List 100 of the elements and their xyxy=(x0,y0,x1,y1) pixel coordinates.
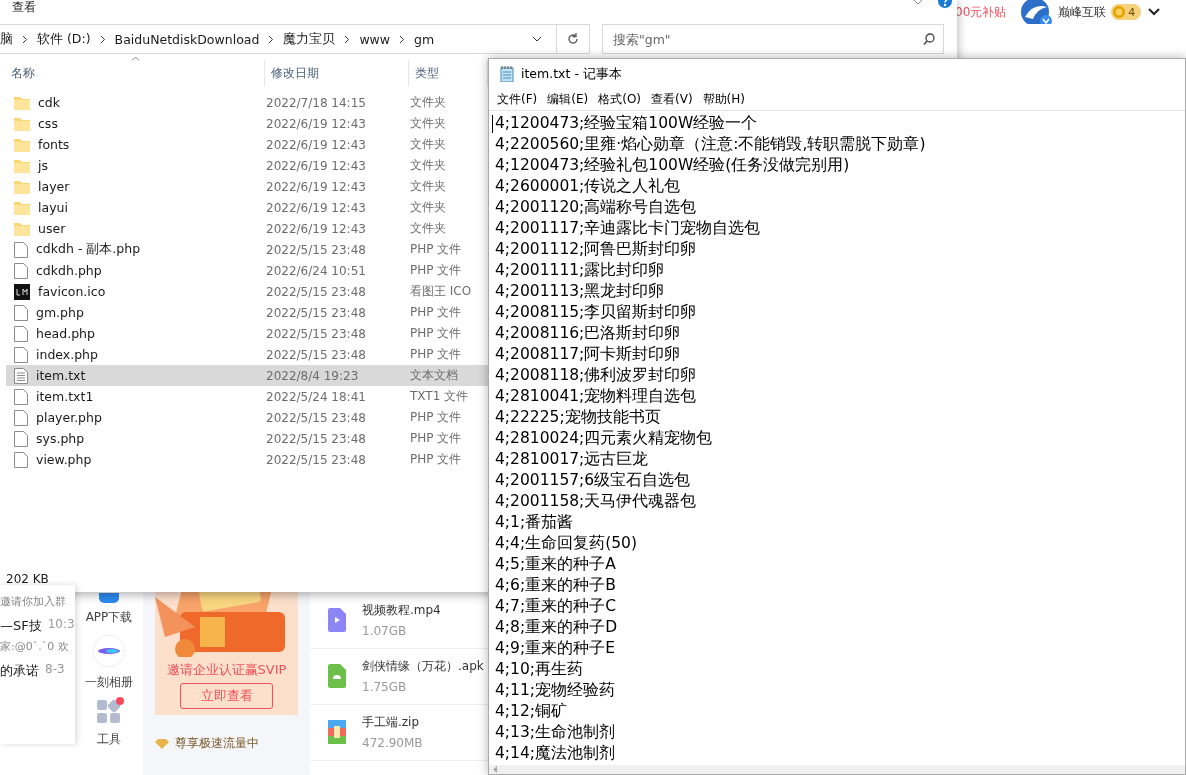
text-line: 4;6;重来的种子B xyxy=(495,575,616,596)
file-row[interactable]: view.php 2022/5/15 23:48 PHP 文件 xyxy=(6,449,488,470)
file-name: cdk xyxy=(38,95,61,110)
chat-preview: 邀请你加入群 xyxy=(0,594,67,609)
modified-date: 2022/5/15 23:48 xyxy=(266,305,367,320)
breadcrumb-item[interactable]: gm xyxy=(414,31,435,47)
file-type: PHP 文件 xyxy=(410,430,462,447)
chevron-right-icon xyxy=(268,34,275,44)
file-type: 文件夹 xyxy=(410,94,446,111)
dropdown-icon xyxy=(532,36,542,42)
file-icon xyxy=(14,388,28,405)
modified-date: 2022/8/4 19:23 xyxy=(266,368,360,383)
sidebar-tool[interactable]: 一刻相册 xyxy=(85,634,133,691)
file-row[interactable]: player.php 2022/5/15 23:48 PHP 文件 xyxy=(6,407,488,428)
user-name: 巅峰互联 xyxy=(1058,3,1107,21)
search-box[interactable]: 搜索"gm" xyxy=(602,24,944,54)
file-name: layer xyxy=(38,179,70,194)
notepad-icon xyxy=(499,66,515,82)
file-name[interactable]: 视频教程.mp4 xyxy=(362,602,441,619)
chevron-right-icon xyxy=(22,34,28,44)
file-name: sys.php xyxy=(36,431,85,446)
file-row[interactable]: layer 2022/6/19 12:43 文件夹 xyxy=(6,176,488,197)
text-line: 4;5;重来的种子A xyxy=(495,554,616,575)
file-name: player.php xyxy=(36,410,102,425)
sidebar-tool[interactable]: APP下载 xyxy=(85,593,133,626)
file-type: 看图王 ICO xyxy=(410,283,472,300)
text-line: 4;2001157;6级宝石自选包 xyxy=(495,470,691,491)
file-row[interactable]: favicon.ico 2022/5/15 23:48 看图王 ICO xyxy=(6,281,488,302)
text-line: 4;2001112;阿鲁巴斯封印卵 xyxy=(495,239,697,260)
modified-date: 2022/5/15 23:48 xyxy=(266,410,367,425)
file-row[interactable]: item.txt 2022/8/4 19:23 文本文档 xyxy=(6,365,488,386)
coin-icon xyxy=(1113,6,1126,18)
file-size: 1.75GB xyxy=(362,680,408,694)
file-type: PHP 文件 xyxy=(410,325,462,342)
file-row[interactable]: layui 2022/6/19 12:43 文件夹 xyxy=(6,197,488,218)
text-line: 4;11;宠物经验药 xyxy=(495,680,616,701)
file-type: PHP 文件 xyxy=(410,241,462,258)
file-row[interactable]: cdkdh - 副本.php 2022/5/15 23:48 PHP 文件 xyxy=(6,239,488,260)
chevron-right-icon xyxy=(399,34,406,44)
breadcrumb-item[interactable]: 软件 (D:) xyxy=(37,30,91,48)
text-line: 4;13;生命池制剂 xyxy=(495,722,616,743)
text-line: 4;2200560;里雍·焰心勋章（注意:不能销毁,转职需脱下勋章) xyxy=(495,134,926,155)
file-name: favicon.ico xyxy=(38,284,106,299)
file-row[interactable]: cdkdh.php 2022/6/24 10:51 PHP 文件 xyxy=(6,260,488,281)
file-row[interactable]: cdk 2022/7/18 14:15 文件夹 xyxy=(6,92,488,113)
folder-icon xyxy=(14,200,30,215)
text-line: 4;2008115;李贝留斯封印卵 xyxy=(495,302,697,323)
file-row[interactable]: css 2022/6/19 12:43 文件夹 xyxy=(6,113,488,134)
android-file-icon xyxy=(328,664,346,688)
modified-date: 2022/5/15 23:48 xyxy=(266,242,367,257)
sidebar-tool[interactable]: 工具 xyxy=(96,699,122,748)
chevron-down-icon xyxy=(1148,8,1161,16)
file-row[interactable]: gm.php 2022/5/15 23:48 PHP 文件 xyxy=(6,302,488,323)
speed-status: 尊享极速流量中 xyxy=(175,735,259,752)
breadcrumb-item[interactable]: www xyxy=(359,31,391,47)
file-type: 文本文档 xyxy=(410,367,458,384)
file-row[interactable]: fonts 2022/6/19 12:43 文件夹 xyxy=(6,134,488,155)
file-name: cdkdh.php xyxy=(36,263,102,278)
file-type: 文件夹 xyxy=(410,220,446,237)
breadcrumb-item[interactable]: BaiduNetdiskDownload xyxy=(114,31,260,47)
text-line: 4;4;生命回复药(50) xyxy=(495,533,637,554)
text-line: 4;1;番茄酱 xyxy=(495,512,574,533)
text-line: 4;8;重来的种子D xyxy=(495,617,618,638)
text-line: 4;2008118;佛利波罗封印卵 xyxy=(495,365,697,386)
file-name: item.txt1 xyxy=(36,389,94,404)
file-name[interactable]: 剑侠情缘（万花）.apk xyxy=(362,658,484,675)
text-line: 4;2008116;巴洛斯封印卵 xyxy=(495,323,681,344)
file-icon xyxy=(14,430,28,447)
menu-item[interactable]: 格式(O) xyxy=(593,89,647,110)
file-row[interactable]: sys.php 2022/5/15 23:48 PHP 文件 xyxy=(6,428,488,449)
menu-item[interactable]: 查看(V) xyxy=(646,89,698,110)
breadcrumb-item[interactable]: 魔力宝贝 xyxy=(283,30,336,48)
text-line: 4;2810041;宠物料理自选包 xyxy=(495,386,697,407)
ribbon-tab[interactable]: 查看 xyxy=(12,0,36,14)
text-line: 4;2001117;辛迪露比卡门宠物自选包 xyxy=(495,218,761,239)
menu-item[interactable]: 编辑(E) xyxy=(542,89,594,110)
text-line: 4;2001120;高端称号自选包 xyxy=(495,197,697,218)
file-row[interactable]: item.txt1 2022/5/24 18:41 TXT1 文件 xyxy=(6,386,488,407)
sort-ascending-icon xyxy=(131,56,140,61)
file-icon xyxy=(14,409,28,426)
file-name[interactable]: 手工端.zip xyxy=(362,714,423,731)
file-row[interactable]: head.php 2022/5/15 23:48 PHP 文件 xyxy=(6,323,488,344)
menu-item[interactable]: 帮助(H) xyxy=(697,89,750,110)
file-row[interactable]: index.php 2022/5/15 23:48 PHP 文件 xyxy=(6,344,488,365)
breadcrumb-item[interactable]: 脑 xyxy=(0,30,13,48)
text-line: 4;14;魔法池制剂 xyxy=(495,743,616,764)
file-row[interactable]: user 2022/6/19 12:43 文件夹 xyxy=(6,218,488,239)
column-header[interactable]: 名称 xyxy=(0,60,265,86)
file-name: fonts xyxy=(38,137,70,152)
chevron-right-icon xyxy=(344,34,351,44)
menu-item[interactable]: 文件(F) xyxy=(492,89,543,110)
file-name: user xyxy=(38,221,66,236)
file-size: 1.07GB xyxy=(362,624,408,638)
file-row[interactable]: js 2022/6/19 12:43 文件夹 xyxy=(6,155,488,176)
file-type: PHP 文件 xyxy=(410,346,462,363)
column-header[interactable]: 修改日期 xyxy=(265,60,409,86)
text-line: 4;2001113;黑龙封印卵 xyxy=(495,281,665,302)
chat-title: 的承诺 xyxy=(0,662,39,680)
window-title: item.txt - 记事本 xyxy=(521,65,622,83)
text-line: 4;2810024;四元素火精宠物包 xyxy=(495,428,713,449)
